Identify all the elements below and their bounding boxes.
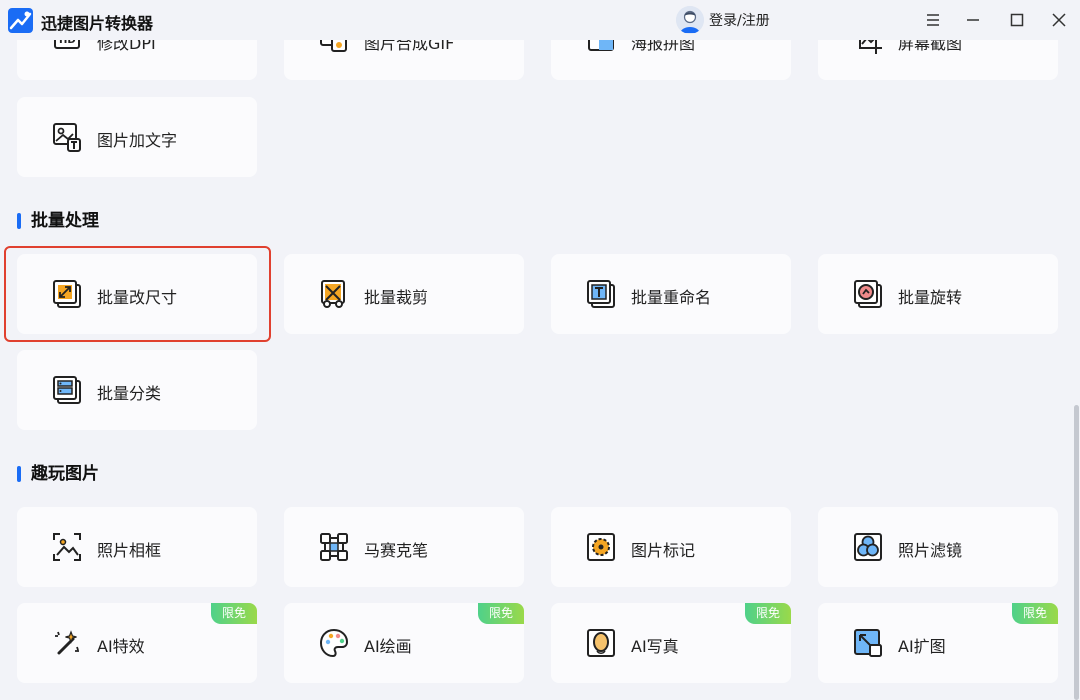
avatar-icon — [676, 6, 704, 34]
tool-label: 批量重命名 — [631, 288, 712, 307]
tool-label: 批量改尺寸 — [97, 288, 178, 307]
tool-card-ai-effects[interactable]: AI特效 限免 — [17, 603, 257, 683]
frame-icon — [51, 531, 83, 563]
tool-label: 批量分类 — [97, 384, 162, 403]
tool-card-photo-filter[interactable]: 照片滤镜 — [818, 507, 1058, 587]
tool-label: 批量旋转 — [898, 288, 963, 307]
tools-panel: HD 修改DPI 图片合成GIF 海报拼图 屏幕截图 图片加文字 批量处理 批量… — [0, 0, 1072, 700]
magic-wand-icon — [51, 627, 83, 659]
tool-card-image-mark[interactable]: 图片标记 — [551, 507, 791, 587]
minimize-icon[interactable] — [962, 9, 984, 31]
tool-label: 图片加文字 — [97, 131, 178, 150]
free-badge: 限免 — [745, 603, 791, 624]
tool-label: AI绘画 — [364, 637, 412, 656]
crop-icon — [318, 278, 350, 310]
app-logo-icon — [8, 8, 33, 33]
menu-icon[interactable] — [922, 9, 944, 31]
image-text-icon — [51, 121, 83, 153]
free-badge: 限免 — [478, 603, 524, 624]
tool-label: AI扩图 — [898, 637, 946, 656]
tool-label: AI特效 — [97, 637, 145, 656]
rotate-icon — [852, 278, 884, 310]
close-icon[interactable] — [1048, 9, 1070, 31]
tool-card-batch-resize[interactable]: 批量改尺寸 — [17, 254, 257, 334]
rename-icon — [585, 278, 617, 310]
mark-icon — [585, 531, 617, 563]
tool-label: 马赛克笔 — [364, 541, 429, 560]
tool-card-batch-rename[interactable]: 批量重命名 — [551, 254, 791, 334]
tool-card-add-text[interactable]: 图片加文字 — [17, 97, 257, 177]
expand-icon — [852, 627, 884, 659]
tool-card-batch-crop[interactable]: 批量裁剪 — [284, 254, 524, 334]
free-badge: 限免 — [1012, 603, 1058, 624]
tool-card-ai-portrait[interactable]: AI写真 限免 — [551, 603, 791, 683]
tool-label: 图片标记 — [631, 541, 696, 560]
title-bar: 迅捷图片转换器 登录/注册 — [0, 0, 1080, 40]
maximize-icon[interactable] — [1006, 9, 1028, 31]
tool-card-mosaic[interactable]: 马赛克笔 — [284, 507, 524, 587]
tool-label: 照片滤镜 — [898, 541, 963, 560]
tool-label: AI写真 — [631, 637, 679, 656]
section-title-fun: 趣玩图片 — [17, 464, 99, 484]
portrait-icon — [585, 627, 617, 659]
section-title-batch: 批量处理 — [17, 211, 99, 231]
tool-card-photo-frame[interactable]: 照片相框 — [17, 507, 257, 587]
tool-label: 照片相框 — [97, 541, 162, 560]
tool-card-batch-rotate[interactable]: 批量旋转 — [818, 254, 1058, 334]
free-badge: 限免 — [211, 603, 257, 624]
login-button[interactable]: 登录/注册 — [676, 6, 770, 34]
tool-card-ai-painting[interactable]: AI绘画 限免 — [284, 603, 524, 683]
scrollbar-thumb[interactable] — [1074, 405, 1079, 700]
tool-card-ai-expand[interactable]: AI扩图 限免 — [818, 603, 1058, 683]
classify-icon — [51, 374, 83, 406]
login-label: 登录/注册 — [709, 13, 770, 29]
palette-icon — [318, 627, 350, 659]
tool-card-batch-classify[interactable]: 批量分类 — [17, 350, 257, 430]
filter-icon — [852, 531, 884, 563]
app-title: 迅捷图片转换器 — [41, 14, 154, 33]
tool-label: 批量裁剪 — [364, 288, 429, 307]
resize-icon — [51, 278, 83, 310]
mosaic-icon — [318, 531, 350, 563]
